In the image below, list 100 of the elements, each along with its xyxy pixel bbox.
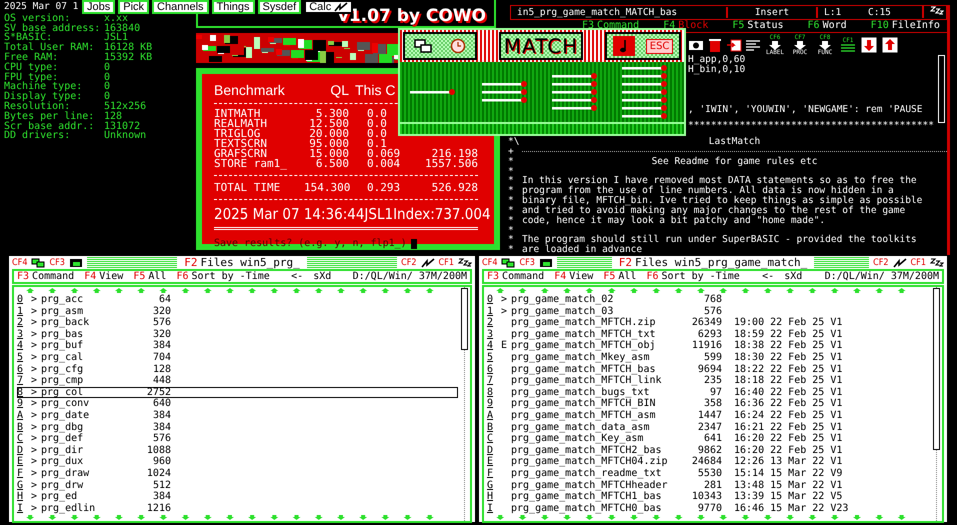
path-label: D:/QL/Win/ 37M/200M — [352, 271, 467, 282]
this-time: 0.0 — [367, 119, 388, 129]
file-row[interactable]: D prg_game_match_MFTCH2_bas 9862 16:20 22 Feb 25 V1 — [487, 444, 930, 456]
file-row[interactable]: 6 > prg_cfg 128 — [17, 364, 458, 376]
file-row[interactable]: 0 > prg_game_match_02 768 — [487, 294, 930, 306]
menu-item[interactable]: F3 Command — [487, 271, 544, 282]
path-label: D:/QL/Win/ 37M/200M — [824, 271, 939, 282]
window-icon[interactable] — [68, 258, 83, 268]
file-row[interactable]: 0 > prg_acc 64 — [17, 294, 458, 306]
code-line: See Readme for game rules etc — [650, 157, 818, 167]
file-row[interactable]: C > prg_def 576 — [17, 433, 458, 445]
file-row[interactable]: I prg_game_match_MFTCH0_bas 9770 16:46 15 Mar 22 V23 — [487, 502, 930, 514]
info-value: 128 — [104, 112, 122, 122]
file-row[interactable]: G > prg_drw 512 — [17, 480, 458, 492]
file-row[interactable]: 9 prg_game_match_MFTCH_BIN 358 16:36 22 Feb 25 V1 — [487, 398, 930, 410]
file-row[interactable]: E > prg_dux 960 — [17, 456, 458, 468]
comment-marker: * — [508, 216, 515, 226]
parent-folder-button[interactable]: <- — [762, 271, 774, 282]
file-row[interactable]: B > prg_dbg 384 — [17, 422, 458, 434]
scrollbar-thumb[interactable] — [461, 288, 468, 350]
index-value: 1557.506 — [424, 159, 478, 169]
text-lines-icon[interactable] — [745, 38, 761, 53]
line-number: L:1 — [816, 6, 862, 18]
window-icon[interactable] — [538, 258, 553, 268]
music-button[interactable] — [612, 36, 635, 56]
launcher-button[interactable]: Things — [212, 0, 255, 14]
file-row[interactable]: 2 prg_game_match_MFTCH.zip 26349 19:00 22 Feb 25 V1 — [487, 317, 930, 329]
file-row[interactable]: H prg_game_match_MFTCH1_bas 10343 13:39 15 Mar 22 V5 — [487, 491, 930, 503]
file-row[interactable]: 3 > prg_bas 320 — [17, 328, 458, 340]
test-name: TEXTSCRN — [214, 139, 268, 149]
file-row[interactable]: 7 prg_game_match_MFTCH_link 235 18:18 22 Feb 25 V1 — [487, 375, 930, 387]
file-row[interactable]: D > prg_dir 1088 — [17, 444, 458, 456]
file-row[interactable]: C prg_game_match_Key_asm 641 16:20 22 Feb 25 V1 — [487, 433, 930, 445]
launcher-button[interactable]: Jobs — [82, 0, 116, 14]
file-row[interactable]: A > prg_date 384 — [17, 410, 458, 422]
shortcut-label: CF3 — [519, 258, 535, 268]
menu-item[interactable]: F6 Word — [808, 20, 847, 32]
info-value: 0 — [104, 92, 110, 102]
file-row[interactable]: 8 prg_game_match_bugs_txt 97 16:40 22 Feb 25 V1 — [487, 386, 930, 398]
file-row[interactable]: F > prg_draw 1024 — [17, 468, 458, 480]
clock-text: 2025 Mar 07 1 — [4, 2, 78, 12]
menu-item[interactable]: F3 Command — [582, 20, 640, 32]
file-row[interactable]: F prg_game_match_readme_txt 5530 15:14 15 Mar 22 V9 — [487, 468, 930, 480]
menu-item[interactable]: F10 FileInfo — [870, 20, 940, 32]
info-label: FPU type: — [4, 72, 58, 82]
sleep-icon[interactable] — [930, 258, 944, 267]
file-row[interactable]: B prg_game_match_data_asm 2347 16:21 22 Feb 25 V1 — [487, 422, 930, 434]
this-time: 0.069 — [367, 149, 402, 159]
launcher-button[interactable]: Calc — [304, 0, 354, 14]
shortcut-label: CF2 — [873, 258, 889, 268]
info-value: 15392 KB — [104, 52, 154, 63]
file-row[interactable]: 7 > prg_cmp 448 — [17, 375, 458, 387]
file-row[interactable]: 5 prg_game_match_Mkey_asm 599 18:30 22 Feb 25 V1 — [487, 352, 930, 364]
file-row[interactable]: 3 prg_game_match_MFTCH_txt 6293 18:59 22 Feb 25 V1 — [487, 328, 930, 340]
escape-button[interactable]: ESC — [646, 38, 674, 54]
mode-button[interactable]: sXd — [784, 271, 802, 282]
text-lines-icon — [841, 44, 855, 53]
file-row[interactable]: H > prg_ed 384 — [17, 491, 458, 503]
menu-item[interactable]: F6 Sort by -Time — [176, 271, 270, 282]
menu-item[interactable]: F5 All — [603, 271, 636, 282]
file-row[interactable]: 4 > prg_buf 384 — [17, 340, 458, 352]
launcher-button[interactable]: Pick — [118, 0, 150, 14]
mode-button[interactable]: sXd — [313, 271, 332, 282]
launcher-button[interactable]: Channels — [152, 0, 209, 14]
info-label: DD drivers: — [4, 131, 72, 142]
trash-icon[interactable] — [707, 38, 723, 53]
file-row[interactable]: 1 > prg_game_match_03 576 — [487, 306, 930, 318]
file-row[interactable]: 1 > prg_asm 320 — [17, 306, 458, 318]
launcher-button[interactable]: Sysdef — [258, 0, 302, 14]
menu-item[interactable]: F4 Block — [663, 20, 708, 32]
file-row[interactable]: 6 prg_game_match_MFTCH_bas 9694 18:22 22 Feb 25 V1 — [487, 364, 930, 376]
save-prompt: Save results? (e.g. y, n, flp1_) — [214, 238, 407, 249]
file-row[interactable]: 2 > prg_back 576 — [17, 317, 458, 329]
menu-item[interactable]: F6 Sort by -Time — [646, 271, 740, 282]
sleep-icon[interactable] — [458, 258, 472, 267]
this-time: 0.0 — [367, 109, 388, 119]
file-row[interactable]: 9 > prg_conv 640 — [17, 398, 458, 410]
menu-item[interactable]: F4 View — [84, 271, 124, 282]
import-icon[interactable] — [726, 38, 742, 53]
info-label: Scr base addr.: — [4, 122, 96, 132]
scrollbar-thumb[interactable] — [933, 288, 940, 450]
file-row[interactable]: A prg_game_match_MFTCH_asm 1447 16:24 22 Feb 25 V1 — [487, 410, 930, 422]
file-row[interactable]: 5 > prg_cal 704 — [17, 352, 458, 364]
menu-item[interactable]: F3 Command — [17, 271, 74, 282]
menu-item[interactable]: F5 Status — [732, 20, 784, 32]
info-label: Display type: — [4, 92, 84, 102]
window-icon[interactable] — [414, 39, 432, 53]
window-icon[interactable] — [501, 258, 516, 268]
parent-folder-button[interactable]: <- — [291, 271, 304, 282]
code-line: H_bin,0,10 — [688, 65, 746, 76]
menu-item[interactable]: F5 All — [133, 271, 166, 282]
file-row[interactable]: I > prg_edlin 1216 — [17, 502, 458, 514]
file-row[interactable]: G prg_game_match_MFTCHheader 281 13:48 15 Mar 22 V1 — [487, 480, 930, 492]
total-label: TOTAL TIME — [214, 183, 282, 193]
menu-item[interactable]: F4 View — [554, 271, 594, 282]
file-row[interactable]: 4 E prg_game_match_MFTCH_obj 11916 18:38 22 Feb 25 V1 — [487, 340, 930, 352]
comment-marker: * — [508, 226, 515, 236]
window-icon[interactable] — [31, 258, 46, 268]
clock-icon[interactable] — [448, 38, 466, 54]
file-row[interactable]: E prg_game_match_MFTCH04.zip 24684 12:26 13 Mar 22 V1 — [487, 456, 930, 468]
